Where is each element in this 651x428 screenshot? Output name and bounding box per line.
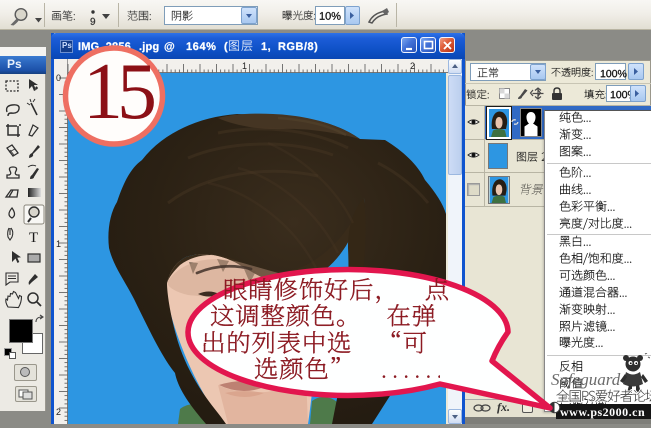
svg-text:T: T — [29, 230, 38, 246]
svg-text:2: 2 — [56, 407, 61, 417]
svg-text:2: 2 — [410, 61, 415, 71]
svg-text:1: 1 — [56, 239, 61, 249]
svg-text:1: 1 — [242, 61, 247, 71]
